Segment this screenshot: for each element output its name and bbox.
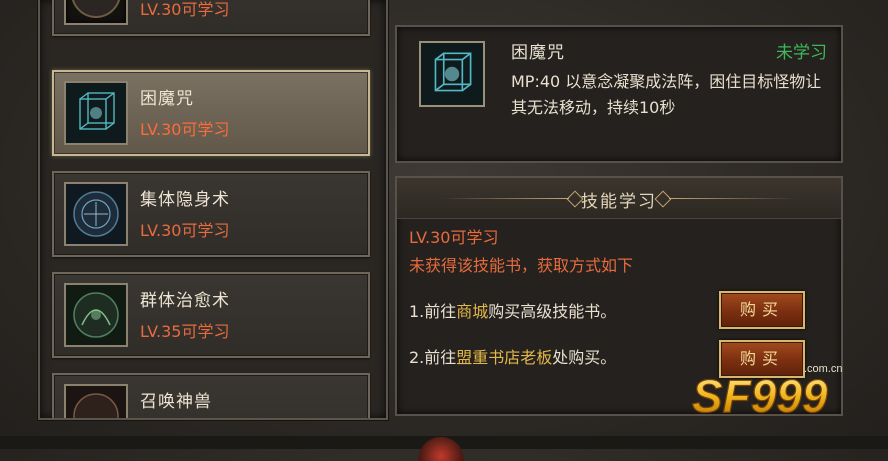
watermark-main: SF999	[692, 370, 828, 422]
learn-panel-header: 技能学习	[397, 178, 841, 219]
skill-level-label: LV.35可学习	[140, 322, 230, 341]
skill-description: MP:40 以意念凝聚成法阵，困住目标怪物让其无法移动，持续10秒	[511, 72, 822, 117]
header-ornament-line	[669, 198, 797, 199]
skill-list-item[interactable]: 集体隐身术 LV.30可学习	[52, 171, 370, 257]
cage-spell-icon	[419, 41, 485, 107]
skill-list-item-selected[interactable]: 困魔咒 LV.30可学习	[52, 70, 370, 156]
buy-button-shop[interactable]: 购买	[719, 291, 805, 329]
group-heal-icon	[64, 283, 128, 347]
skill-name-label: 群体治愈术	[140, 291, 230, 311]
acquire-way-prefix: 1.前往	[409, 302, 457, 321]
shop-link[interactable]: 商城	[456, 302, 488, 321]
skill-name-label: 召唤神兽	[140, 392, 212, 412]
required-level-text: LV.30可学习	[409, 228, 499, 247]
acquire-note-text: 未获得该技能书，获取方式如下	[409, 256, 634, 275]
cage-spell-icon	[64, 81, 128, 145]
detail-skill-name: 困魔咒	[511, 43, 565, 63]
acquire-way-1: 1.前往商城购买高级技能书。	[409, 298, 616, 322]
learn-status-badge: 未学习	[776, 43, 827, 63]
acquire-way-prefix: 2.前往	[409, 348, 457, 367]
skill-list-item[interactable]: 群体治愈术 LV.35可学习	[52, 272, 370, 358]
skill-list-panel: LV.30可学习 困魔咒 LV.30可学习 集体隐身术 LV.30可学习 群体治…	[38, 0, 388, 420]
acquire-way-suffix: 购买高级技能书。	[488, 302, 617, 321]
acquire-way-suffix: 处购买。	[552, 348, 617, 367]
stealth-spell-icon	[64, 182, 128, 246]
skill-list-item-partial[interactable]: LV.30可学习	[52, 0, 370, 36]
skill-icon	[64, 0, 128, 25]
skill-level-label: LV.30可学习	[140, 0, 230, 19]
skill-level-label: LV.30可学习	[140, 120, 230, 139]
skill-level-label: LV.30可学习	[140, 221, 230, 240]
summon-beast-icon	[64, 384, 128, 418]
learn-panel-title: 技能学习	[581, 192, 657, 212]
sf999-watermark-logo: .com.cn SF999	[691, 363, 842, 422]
acquire-way-2: 2.前往盟重书店老板处购买。	[409, 344, 616, 368]
skill-detail-panel: 困魔咒 未学习 MP:40 以意念凝聚成法阵，困住目标怪物让其无法移动，持续10…	[395, 25, 843, 163]
skill-name-label: 困魔咒	[140, 89, 194, 109]
skill-list-item-partial[interactable]: 召唤神兽	[52, 373, 370, 418]
bookstore-npc-link[interactable]: 盟重书店老板	[456, 348, 552, 367]
skill-name-label: 集体隐身术	[140, 190, 230, 210]
